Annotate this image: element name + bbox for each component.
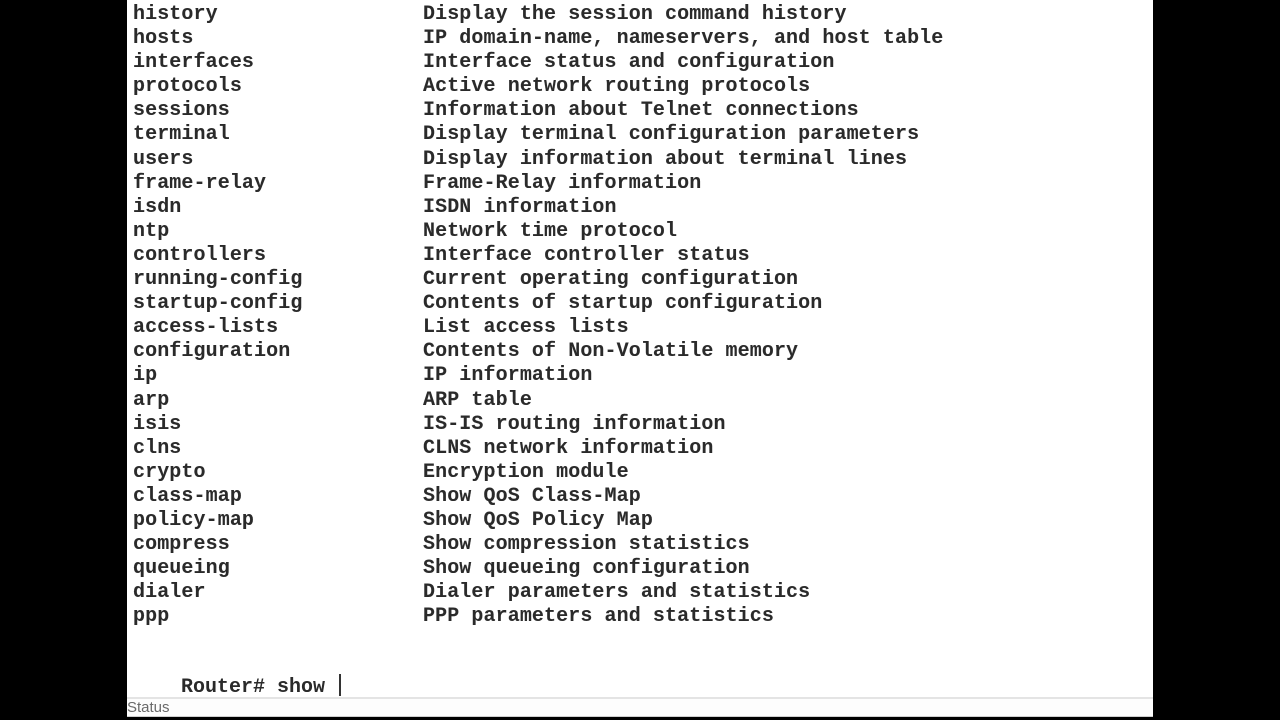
- command-name: dialer: [133, 581, 206, 605]
- command-name: configuration: [133, 340, 291, 364]
- status-label: Status: [127, 699, 170, 716]
- command-description: Network time protocol: [423, 219, 678, 243]
- command-description: Information about Telnet connections: [423, 99, 859, 123]
- prompt-label: Router#: [181, 676, 278, 697]
- command-description: Display the session command history: [423, 3, 847, 26]
- command-name: ppp: [133, 605, 170, 629]
- command-description: Active network routing protocols: [423, 75, 811, 99]
- command-description: Show compression statistics: [423, 533, 750, 557]
- command-name: class-map: [133, 484, 242, 508]
- terminal-window[interactable]: history Display the session command histo…: [127, 0, 1153, 697]
- command-description: PPP parameters and statistics: [423, 605, 774, 629]
- command-description: Contents of startup configuration: [423, 292, 823, 316]
- command-name: arp: [133, 388, 170, 412]
- command-description: IP domain-name, nameservers, and host ta…: [423, 27, 944, 51]
- command-name: interfaces: [133, 51, 255, 75]
- command-description: Current operating configuration: [423, 268, 799, 292]
- command-description: ARP table: [423, 388, 532, 412]
- command-name: clns: [133, 436, 182, 460]
- command-description: List access lists: [423, 316, 629, 340]
- command-description: Encryption module: [423, 460, 629, 484]
- command-name: policy-map: [133, 508, 255, 532]
- command-description: Interface status and configuration: [423, 51, 835, 75]
- command-name: crypto: [133, 460, 206, 484]
- command-name: ip: [133, 364, 158, 388]
- command-description: CLNS network information: [423, 436, 714, 460]
- command-description: Display information about terminal lines: [423, 147, 908, 171]
- command-description: Dialer parameters and statistics: [423, 581, 811, 605]
- command-prompt-line[interactable]: Router# show: [133, 650, 342, 697]
- command-name: ntp: [133, 219, 170, 243]
- command-description: Contents of Non-Volatile memory: [423, 340, 799, 364]
- command-name: compress: [133, 533, 230, 557]
- status-bar: Status: [127, 697, 1153, 717]
- command-description: Show QoS Class-Map: [423, 484, 641, 508]
- command-description: ISDN information: [423, 195, 617, 219]
- command-name: queueing: [133, 557, 230, 581]
- command-name: startup-config: [133, 292, 303, 316]
- command-description: IP information: [423, 364, 593, 388]
- command-name: access-lists: [133, 316, 279, 340]
- command-name: controllers: [133, 243, 267, 267]
- command-description: IS-IS routing information: [423, 412, 726, 436]
- command-description: Frame-Relay information: [423, 171, 702, 195]
- command-name: running-config: [133, 268, 303, 292]
- command-description: Interface controller status: [423, 243, 750, 267]
- command-name: sessions: [133, 99, 230, 123]
- command-name: isdn: [133, 195, 182, 219]
- command-name: hosts: [133, 27, 194, 51]
- command-name: history: [133, 3, 218, 26]
- command-description: Show queueing configuration: [423, 557, 750, 581]
- command-description: Show QoS Policy Map: [423, 508, 653, 532]
- command-name: isis: [133, 412, 182, 436]
- command-name: protocols: [133, 75, 242, 99]
- command-name: terminal: [133, 123, 230, 147]
- command-name: users: [133, 147, 194, 171]
- command-name: frame-relay: [133, 171, 267, 195]
- command-input[interactable]: show: [277, 676, 337, 697]
- text-cursor: [339, 674, 342, 696]
- command-description: Display terminal configuration parameter…: [423, 123, 920, 147]
